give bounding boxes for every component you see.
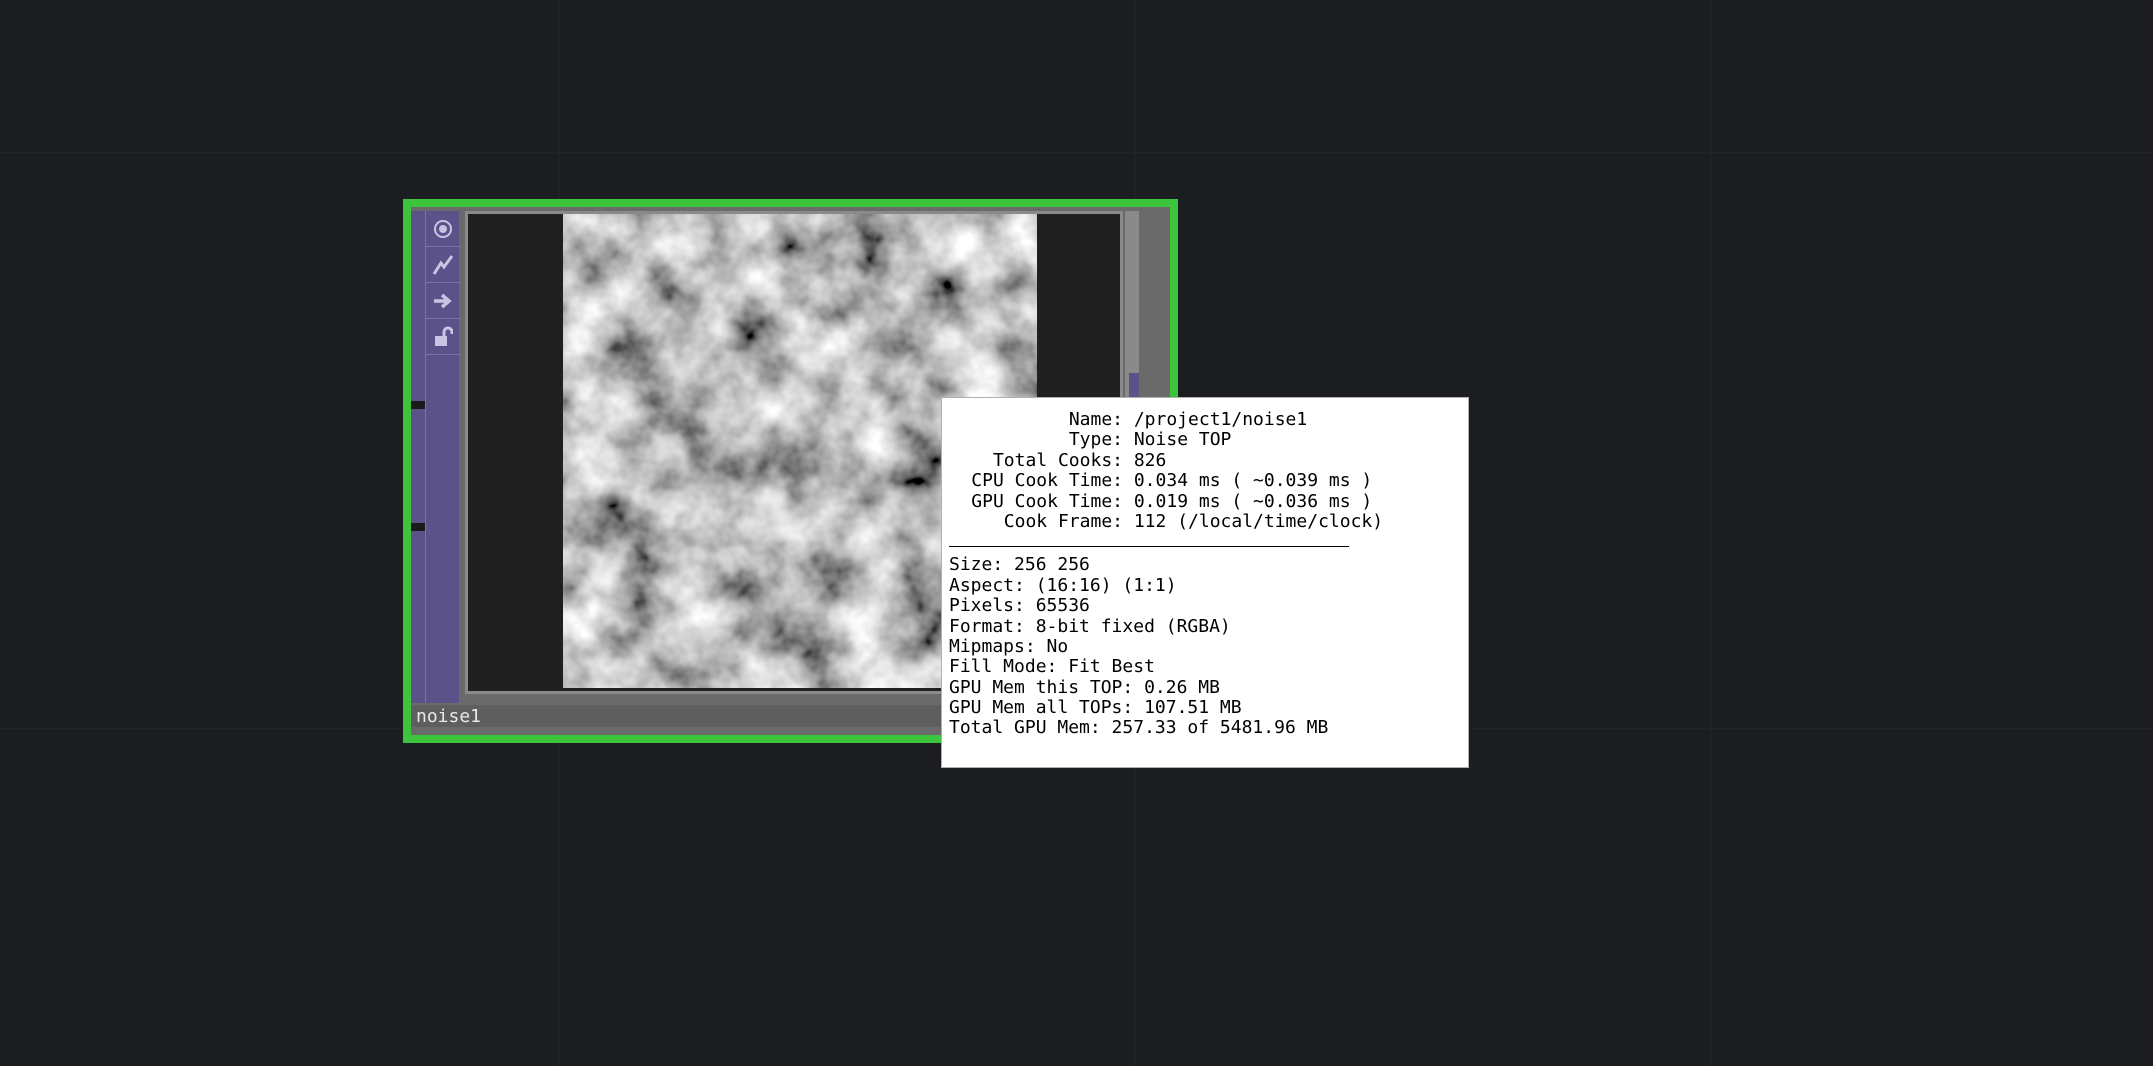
info-value: 0.034 ms ( ~0.039 ms ) — [1133, 470, 1373, 492]
info-separator — [949, 546, 1349, 548]
info-key: CPU Cook Time: — [971, 470, 1123, 492]
bypass-icon[interactable] — [426, 247, 460, 283]
info-row: Type: Noise TOP — [949, 429, 1468, 451]
output-indicator — [1129, 373, 1139, 397]
info-detail: Fill Mode: Fit Best — [949, 656, 1155, 678]
info-value: Noise TOP — [1133, 429, 1232, 451]
info-value: /project1/noise1 — [1133, 409, 1308, 430]
info-key: Type: — [1068, 429, 1123, 451]
info-value: 0.019 ms ( ~0.036 ms ) — [1133, 490, 1373, 512]
info-detail: GPU Mem all TOPs: 107.51 MB — [949, 697, 1242, 719]
info-detail: Aspect: (16:16) (1:1) — [949, 574, 1177, 596]
info-key: GPU Cook Time: — [971, 490, 1123, 512]
lock-icon[interactable] — [426, 319, 460, 355]
info-row: CPU Cook Time: 0.034 ms ( ~0.039 ms ) — [949, 470, 1468, 492]
info-detail: Size: 256 256 — [949, 554, 1090, 576]
node-input-strip[interactable] — [411, 211, 427, 703]
display-flag-icon[interactable] — [426, 283, 460, 319]
info-key: Total Cooks: — [992, 449, 1123, 471]
node-info-popup: Name: /project1/noise1 Type: Noise TOP T… — [941, 397, 1469, 768]
info-row: Cook Frame: 112 (/local/time/clock) — [949, 510, 1468, 532]
grid-line — [1711, 0, 1712, 1066]
info-key: Name: — [1068, 409, 1123, 430]
info-detail: Format: 8-bit fixed (RGBA) — [949, 615, 1231, 637]
info-detail: GPU Mem this TOP: 0.26 MB — [949, 676, 1220, 698]
grid-line — [0, 152, 2153, 153]
info-row: Name: /project1/noise1 — [949, 409, 1468, 430]
info-detail: Mipmaps: No — [949, 635, 1069, 657]
info-row: GPU Cook Time: 0.019 ms ( ~0.036 ms ) — [949, 490, 1468, 512]
node-name[interactable]: noise1 — [416, 706, 481, 727]
info-value: 112 (/local/time/clock) — [1133, 510, 1384, 532]
info-detail: Pixels: 65536 — [949, 595, 1090, 617]
info-detail: Total GPU Mem: 257.33 of 5481.96 MB — [949, 717, 1329, 739]
info-value: 826 — [1133, 449, 1167, 471]
node-toolbar — [425, 211, 460, 703]
info-key: Cook Frame: — [1003, 510, 1123, 532]
viewer-active-icon[interactable] — [426, 211, 460, 247]
info-row: Total Cooks: 826 — [949, 449, 1468, 471]
